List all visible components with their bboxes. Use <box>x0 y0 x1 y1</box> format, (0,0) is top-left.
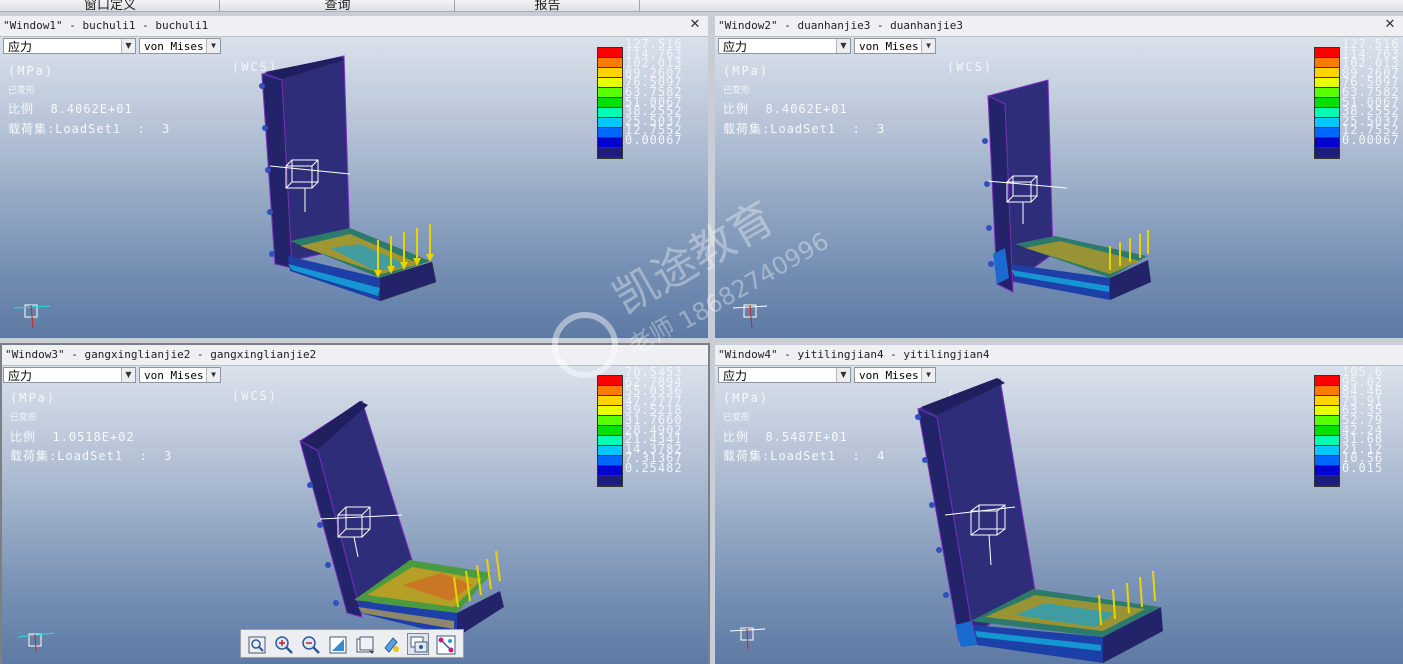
menu-divider <box>454 0 455 11</box>
repaint-icon[interactable] <box>326 633 348 655</box>
view-toolbar <box>240 629 464 658</box>
stress-model-view[interactable] <box>2 345 708 664</box>
stress-model-view[interactable] <box>715 345 1403 664</box>
result-window-2[interactable]: "Window2" - duanhanjie3 - duanhanjie3 ✕ … <box>715 16 1403 338</box>
menu-divider <box>219 0 220 11</box>
menu-report[interactable]: 报告 <box>460 0 635 11</box>
view-manager-icon[interactable] <box>407 633 429 655</box>
menu-query[interactable]: 查询 <box>230 0 445 11</box>
datum-display-icon[interactable] <box>434 633 456 655</box>
stress-model-view[interactable] <box>0 16 708 338</box>
zoom-out-icon[interactable] <box>299 633 321 655</box>
result-window-3[interactable]: "Window3" - gangxinglianjie2 - gangxingl… <box>0 343 710 664</box>
refit-icon[interactable] <box>245 633 267 655</box>
result-window-1[interactable]: "Window1" - buchuli1 - buchuli1 ✕ 应力 ▼ vo… <box>0 16 708 338</box>
menu-bar: 窗口定义 查询 报告 <box>0 0 1403 12</box>
named-views-icon[interactable] <box>380 633 402 655</box>
menu-divider <box>639 0 640 11</box>
zoom-in-icon[interactable] <box>272 633 294 655</box>
stress-model-view[interactable] <box>715 16 1403 338</box>
display-style-icon[interactable] <box>353 633 375 655</box>
menu-window-definition[interactable]: 窗口定义 <box>40 0 180 11</box>
result-window-4[interactable]: "Window4" - yitilingjian4 - yitilingjian… <box>715 345 1403 664</box>
